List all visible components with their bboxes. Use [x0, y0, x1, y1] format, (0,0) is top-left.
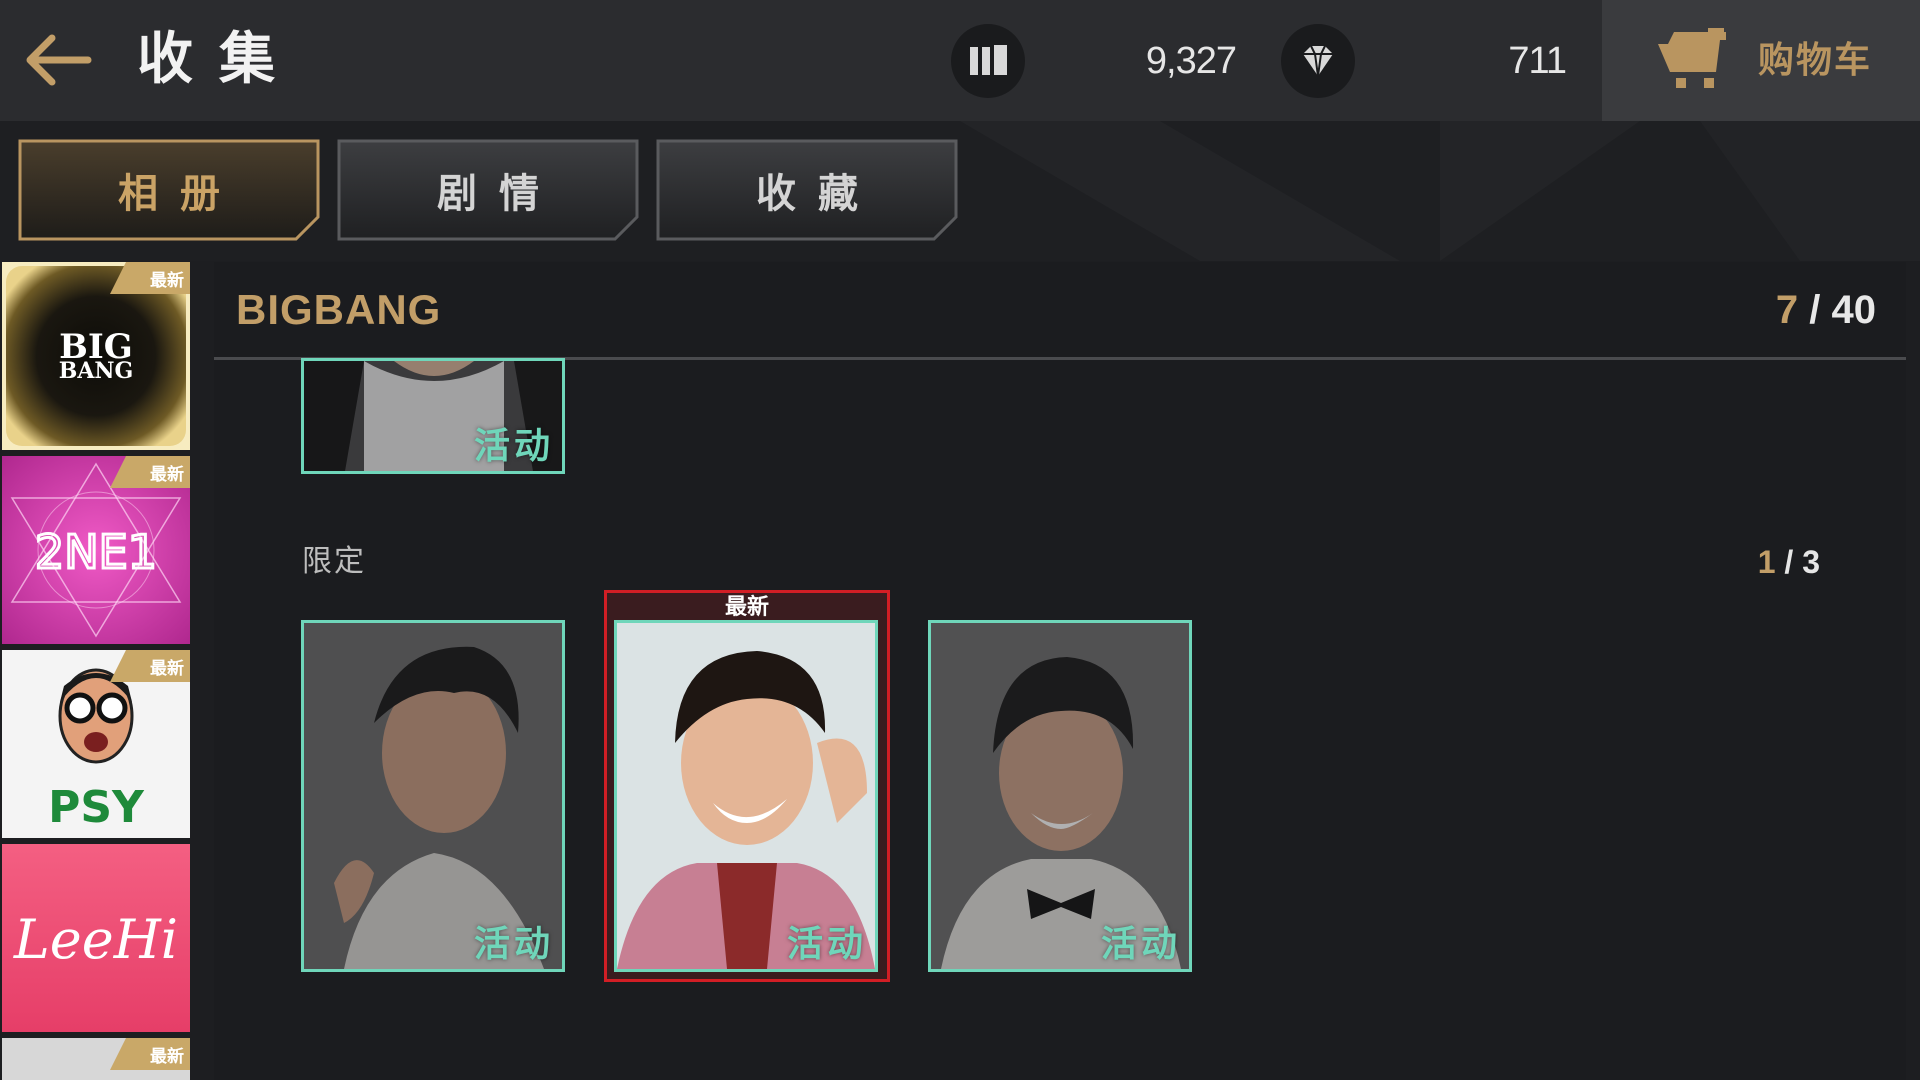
card-stack-icon: [970, 45, 1007, 75]
card-tag: 活动: [786, 924, 867, 965]
album-total: 40: [1831, 288, 1877, 332]
album-title: BIGBANG: [236, 286, 442, 333]
new-badge: 最新: [110, 1038, 190, 1070]
group-item-bigbang[interactable]: BIG BANG 最新: [2, 262, 190, 450]
card-tag: 活动: [473, 426, 554, 467]
new-badge-text: 最新: [150, 659, 184, 679]
bigbang-logo-line2: BANG: [59, 358, 134, 384]
card-stack-button[interactable]: [951, 24, 1025, 98]
card-tag: 活动: [473, 924, 554, 965]
back-arrow-icon: [26, 34, 92, 86]
group-list[interactable]: BIG BANG 最新 2NE1 最新 PSY 最新 LeeHi 最新: [0, 262, 192, 1080]
group-item-leehi[interactable]: LeeHi: [2, 844, 190, 1032]
diamond-button[interactable]: [1281, 24, 1355, 98]
new-badge: 最新: [110, 456, 190, 488]
new-badge-text: 最新: [150, 1047, 184, 1067]
section-collected: 1: [1757, 544, 1776, 580]
2ne1-logo-text: 2NE1: [35, 525, 157, 579]
diamond-icon: [1303, 45, 1333, 77]
top-bar: 收集 9,327 711 购物车: [0, 0, 1920, 121]
photo-card-newest[interactable]: 活动: [614, 620, 878, 972]
cart-label: 购物车: [1758, 40, 1873, 81]
photo-card[interactable]: 活动: [301, 620, 565, 972]
diamond-count: 711: [1508, 40, 1567, 82]
album-progress: 7 / 40: [1776, 282, 1876, 338]
leehi-logo: LeeHi: [2, 844, 190, 1032]
psy-logo-text: PSY: [48, 782, 145, 833]
section-total: 3: [1802, 544, 1820, 580]
back-button[interactable]: [22, 32, 92, 88]
tab-album-label: 相册: [118, 171, 242, 217]
photo-card[interactable]: 活动: [928, 620, 1192, 972]
new-badge: 最新: [110, 262, 190, 294]
tab-album[interactable]: 相册: [18, 139, 320, 241]
tab-story[interactable]: 剧情: [337, 139, 639, 241]
leehi-logo-text: LeeHi: [13, 908, 178, 971]
shopping-cart-button[interactable]: 购物车: [1602, 0, 1920, 121]
tab-story-label: 剧情: [437, 171, 561, 217]
group-item-2ne1[interactable]: 2NE1 最新: [2, 456, 190, 644]
section-label: 限定: [302, 544, 366, 579]
tab-favorites-label: 收藏: [756, 171, 880, 217]
new-badge: 最新: [110, 650, 190, 682]
section-separator: /: [1784, 544, 1794, 580]
page-title: 收集: [137, 27, 301, 92]
album-separator: /: [1809, 288, 1821, 332]
card-tag: 活动: [1100, 924, 1181, 965]
new-badge-text: 最新: [150, 271, 184, 291]
cart-icon: [1658, 28, 1726, 88]
group-item-next[interactable]: 最新: [2, 1038, 190, 1080]
album-collected: 7: [1775, 288, 1799, 332]
section-progress: 1 / 3: [1758, 540, 1820, 584]
newest-label: 最新: [724, 595, 769, 620]
new-badge-text: 最新: [150, 465, 184, 485]
group-item-psy[interactable]: PSY 最新: [2, 650, 190, 838]
card-stack-count: 9,327: [1145, 40, 1237, 82]
tab-favorites[interactable]: 收藏: [656, 139, 958, 241]
collection-screen: 收集 9,327 711 购物车 相册 剧情 收藏 BIG BANG 最新 2N…: [0, 0, 1920, 1080]
photo-card-partial[interactable]: 活动: [301, 358, 565, 474]
